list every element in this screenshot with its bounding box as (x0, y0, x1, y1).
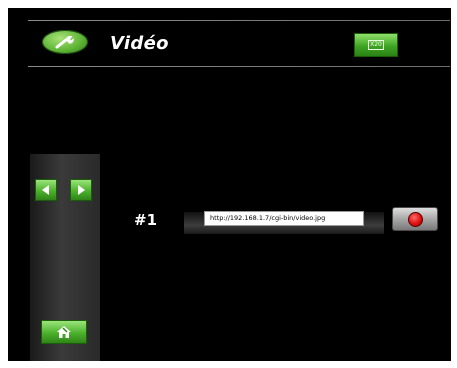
record-icon (407, 211, 423, 227)
home-icon (57, 326, 71, 338)
previous-button[interactable] (35, 179, 57, 201)
record-button[interactable] (392, 207, 438, 231)
wrench-icon (55, 35, 74, 49)
zoom-x20-button[interactable]: X20 (354, 33, 398, 57)
next-button[interactable] (70, 179, 92, 201)
page-title: Vidéo (110, 33, 169, 54)
settings-button[interactable] (42, 30, 88, 54)
zoom-x20-icon: X20 (368, 40, 384, 50)
camera-url-input[interactable]: http://192.168.1.7/cgi-bin/video.jpg (204, 211, 364, 226)
screen: Vidéo X20 #1 http://192.168.1.7/cgi-bin/… (8, 8, 451, 361)
home-button[interactable] (41, 320, 87, 344)
arrow-left-icon (42, 185, 49, 195)
header-bottom-divider (28, 66, 450, 67)
camera-number-label: #1 (134, 211, 158, 229)
side-panel (30, 154, 100, 361)
header-top-divider (28, 20, 450, 21)
arrow-right-icon (78, 185, 85, 195)
